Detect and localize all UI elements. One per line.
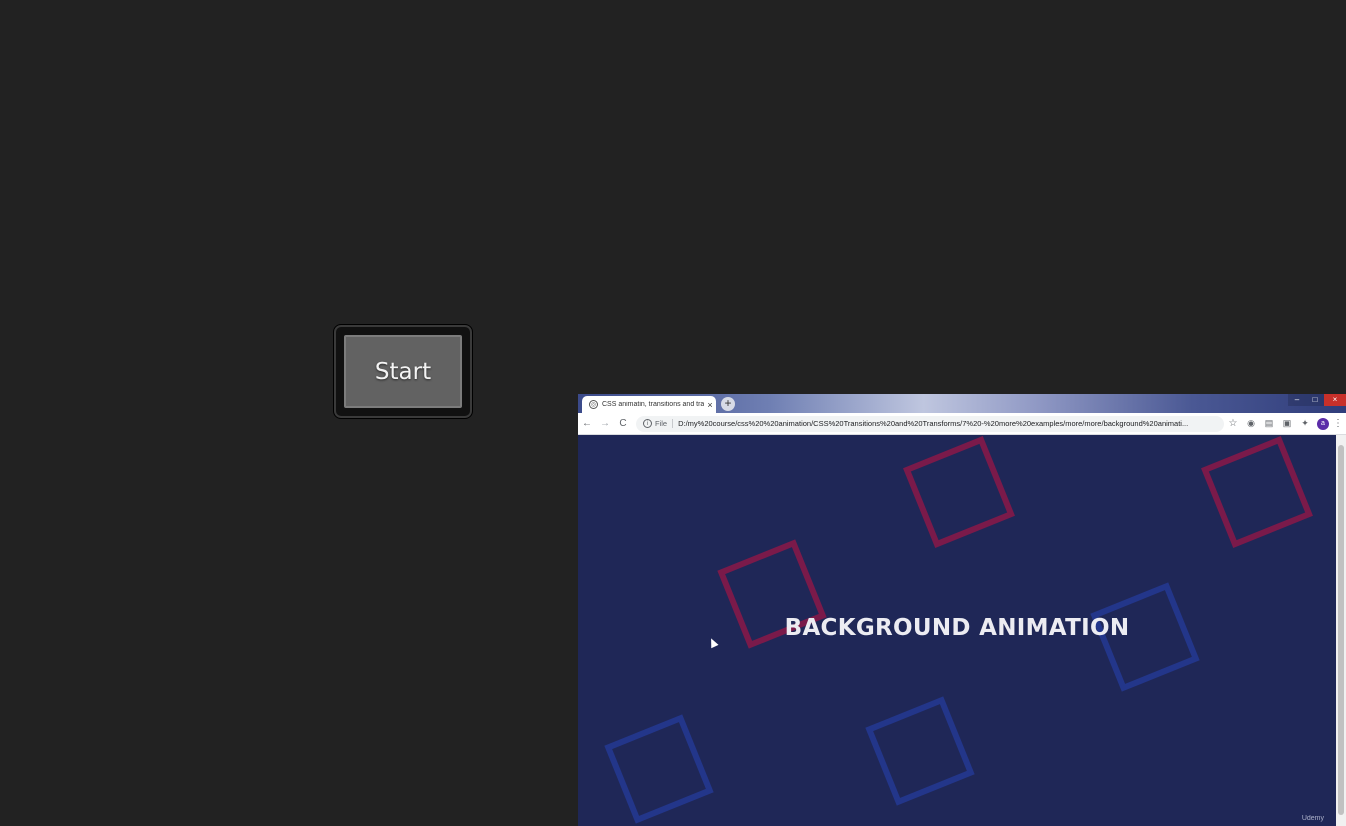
bookmark-star-icon[interactable]: ☆ <box>1224 418 1242 429</box>
animated-square <box>1201 436 1313 548</box>
animated-square <box>903 436 1015 548</box>
animated-square <box>604 714 714 824</box>
file-label: File <box>655 419 674 428</box>
screen: Start ◎ CSS animatin, transitions and tr… <box>0 0 1346 826</box>
tab-close-icon[interactable]: × <box>704 400 716 410</box>
puzzle-icon[interactable]: ✦ <box>1296 418 1314 429</box>
info-icon[interactable]: i <box>643 419 652 428</box>
new-tab-button[interactable]: + <box>721 397 735 411</box>
extension-icon-2[interactable]: ▤ <box>1260 418 1278 429</box>
browser-tab[interactable]: ◎ CSS animatin, transitions and tra × <box>582 396 716 413</box>
browser-window: ◎ CSS animatin, transitions and tra × + … <box>578 394 1346 826</box>
forward-icon[interactable]: → <box>596 418 614 429</box>
maximize-button[interactable]: □ <box>1306 394 1324 406</box>
back-icon[interactable]: ← <box>578 418 596 429</box>
globe-icon: ◎ <box>589 400 598 409</box>
page-heading: BACKGROUND ANIMATION <box>784 615 1130 641</box>
minimize-button[interactable]: – <box>1288 394 1306 406</box>
extension-icon-1[interactable]: ◉ <box>1242 418 1260 429</box>
url-text[interactable]: D:/my%20course/css%20%20animation/CSS%20… <box>678 419 1188 428</box>
start-button-frame: Start <box>333 324 473 419</box>
tab-bar: ◎ CSS animatin, transitions and tra × + … <box>578 394 1346 413</box>
reload-icon[interactable]: C <box>614 418 632 429</box>
udemy-watermark: Udemy <box>1301 815 1324 822</box>
window-controls: – □ × <box>1288 394 1346 406</box>
scrollbar[interactable] <box>1336 435 1346 826</box>
start-button[interactable]: Start <box>344 335 462 408</box>
scrollbar-thumb[interactable] <box>1338 445 1344 815</box>
close-window-button[interactable]: × <box>1324 394 1346 406</box>
address-bar[interactable]: i File D:/my%20course/css%20%20animation… <box>636 415 1224 432</box>
avatar[interactable]: a <box>1317 417 1329 430</box>
browser-toolbar: ← → C i File D:/my%20course/css%20%20ani… <box>578 413 1346 435</box>
page-viewport: BACKGROUND ANIMATION Udemy <box>578 435 1336 826</box>
menu-icon[interactable]: ⋮ <box>1332 418 1344 429</box>
animated-square <box>865 696 975 806</box>
tab-title: CSS animatin, transitions and tra <box>602 401 704 408</box>
screenshot-icon[interactable]: ▣ <box>1278 418 1296 429</box>
